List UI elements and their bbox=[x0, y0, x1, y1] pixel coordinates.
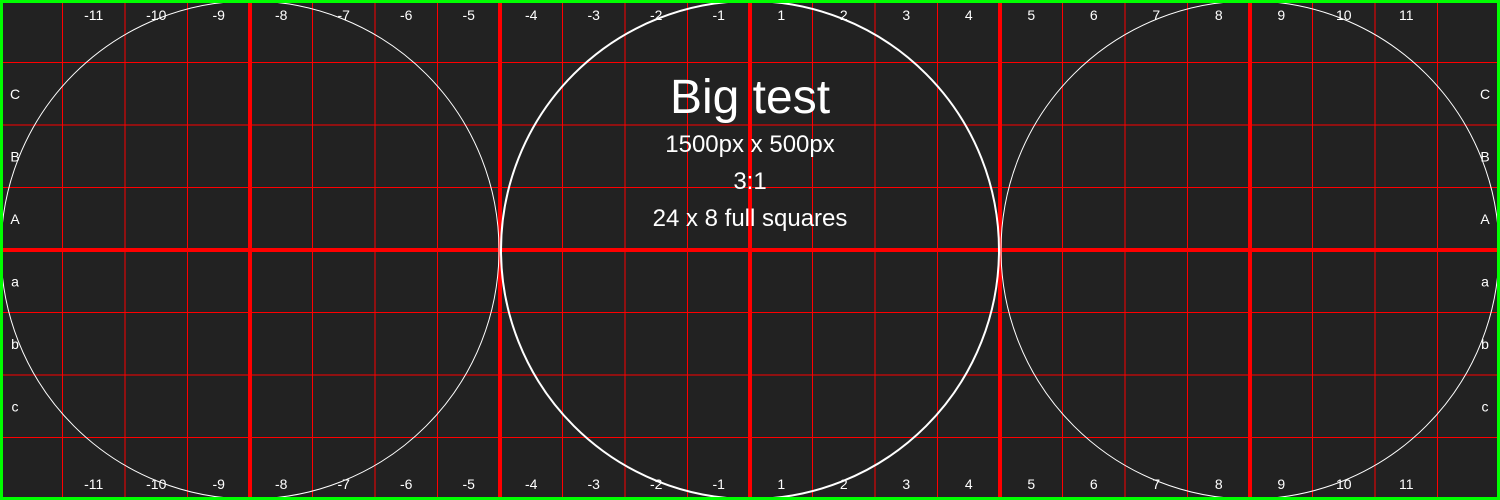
row-label-right: c bbox=[1482, 398, 1489, 414]
test-pattern-canvas: -11 -11 -10 -10 -9 -9 -8 -8 -7 -7 -6 -6 -5 -5 -4 -4 -3 -3… bbox=[0, 0, 1500, 500]
column-label-bottom: -1 bbox=[713, 476, 726, 492]
column-label-bottom: -5 bbox=[463, 476, 476, 492]
column-label-top: -10 bbox=[146, 7, 166, 23]
row-label-left: a bbox=[11, 273, 19, 289]
ratio-text: 3:1 bbox=[733, 168, 767, 195]
column-label-top: 2 bbox=[840, 7, 848, 23]
column-label-bottom: 6 bbox=[1090, 476, 1098, 492]
column-label-top: -1 bbox=[713, 7, 726, 23]
column-label-top: -2 bbox=[650, 7, 663, 23]
title: Big test bbox=[669, 71, 831, 124]
squares-text: 24 x 8 full squares bbox=[652, 205, 848, 232]
column-label-top: -3 bbox=[588, 7, 601, 23]
column-label-top: 8 bbox=[1215, 7, 1223, 23]
column-label-top: 6 bbox=[1090, 7, 1098, 23]
info-block: Big test 1500px x 500px 3:1 24 x 8 full … bbox=[0, 70, 1500, 237]
column-label-top: 11 bbox=[1399, 7, 1414, 23]
column-label-bottom: 11 bbox=[1399, 476, 1414, 492]
column-label-top: -5 bbox=[463, 7, 476, 23]
column-label-bottom: -10 bbox=[146, 476, 166, 492]
column-label-top: -4 bbox=[525, 7, 538, 23]
column-label-bottom: -7 bbox=[338, 476, 351, 492]
column-label-bottom: 4 bbox=[965, 476, 973, 492]
column-label-bottom: 2 bbox=[840, 476, 848, 492]
row-label-right: b bbox=[1481, 336, 1489, 352]
column-label-bottom: 5 bbox=[1027, 476, 1035, 492]
column-label-top: 3 bbox=[902, 7, 910, 23]
row-label-right: a bbox=[1481, 273, 1489, 289]
column-label-top: 10 bbox=[1336, 7, 1352, 23]
column-label-bottom: -2 bbox=[650, 476, 663, 492]
column-label-bottom: 7 bbox=[1152, 476, 1160, 492]
column-label-top: -8 bbox=[275, 7, 288, 23]
column-label-bottom: 9 bbox=[1277, 476, 1285, 492]
column-label-top: 7 bbox=[1152, 7, 1160, 23]
column-label-top: 1 bbox=[777, 7, 785, 23]
column-label-top: -11 bbox=[84, 7, 103, 23]
column-label-bottom: 10 bbox=[1336, 476, 1352, 492]
column-label-bottom: -11 bbox=[84, 476, 103, 492]
column-label-top: 4 bbox=[965, 7, 973, 23]
column-label-top: 9 bbox=[1277, 7, 1285, 23]
column-label-bottom: -3 bbox=[588, 476, 601, 492]
column-label-top: -6 bbox=[400, 7, 413, 23]
column-label-bottom: -9 bbox=[213, 476, 226, 492]
column-label-bottom: -8 bbox=[275, 476, 288, 492]
column-label-top: 5 bbox=[1027, 7, 1035, 23]
column-label-bottom: 3 bbox=[902, 476, 910, 492]
column-label-bottom: -4 bbox=[525, 476, 538, 492]
row-label-left: b bbox=[11, 336, 19, 352]
column-label-bottom: 8 bbox=[1215, 476, 1223, 492]
row-label-left: c bbox=[12, 398, 19, 414]
column-label-bottom: 1 bbox=[777, 476, 785, 492]
column-label-top: -9 bbox=[213, 7, 226, 23]
column-label-top: -7 bbox=[338, 7, 351, 23]
column-label-bottom: -6 bbox=[400, 476, 413, 492]
dimensions-text: 1500px x 500px bbox=[665, 131, 835, 158]
